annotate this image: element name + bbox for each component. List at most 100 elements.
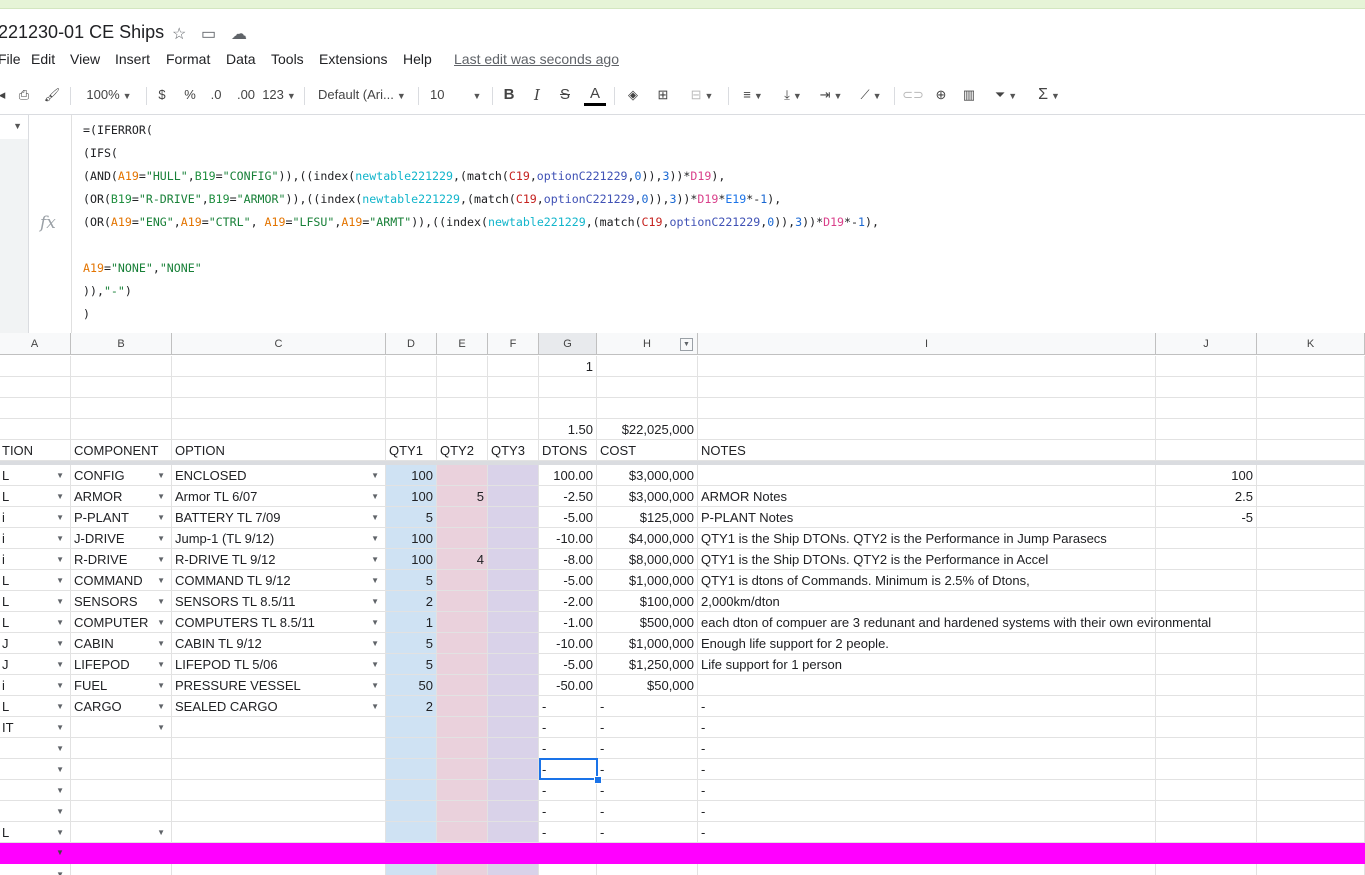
cell[interactable]: [437, 801, 488, 822]
filter-dropdown-icon[interactable]: ▼: [680, 338, 693, 351]
cell[interactable]: [437, 507, 488, 528]
cell[interactable]: ▼: [0, 780, 71, 801]
cell[interactable]: -: [539, 717, 597, 738]
text-wrap-icon[interactable]: ⇥ ▼: [814, 85, 848, 105]
cell[interactable]: -: [698, 696, 1156, 717]
cell[interactable]: [597, 398, 698, 419]
cell[interactable]: 100: [386, 486, 437, 507]
cell[interactable]: ENCLOSED ▼: [172, 465, 386, 486]
cell[interactable]: [488, 696, 539, 717]
dropdown-chevron-icon[interactable]: ▼: [157, 486, 165, 507]
cell[interactable]: [1257, 822, 1365, 843]
cell[interactable]: [539, 864, 597, 875]
cell[interactable]: 1: [386, 612, 437, 633]
cell[interactable]: [1156, 759, 1257, 780]
cell[interactable]: -: [597, 780, 698, 801]
menu-file[interactable]: File: [0, 51, 21, 67]
dropdown-chevron-icon[interactable]: ▼: [371, 633, 379, 654]
cell[interactable]: -5.00: [539, 570, 597, 591]
cell[interactable]: [437, 356, 488, 377]
cell[interactable]: L ▼: [0, 591, 71, 612]
cell[interactable]: -: [539, 822, 597, 843]
cell[interactable]: QTY3: [488, 440, 539, 461]
cell[interactable]: [1257, 377, 1365, 398]
cell[interactable]: L ▼: [0, 465, 71, 486]
cell[interactable]: COST: [597, 440, 698, 461]
dropdown-chevron-icon[interactable]: ▼: [56, 549, 64, 570]
cell[interactable]: [1156, 780, 1257, 801]
cell[interactable]: [488, 801, 539, 822]
cell[interactable]: -50.00: [539, 675, 597, 696]
cell[interactable]: [71, 398, 172, 419]
menu-view[interactable]: View: [70, 51, 100, 67]
cell[interactable]: [172, 759, 386, 780]
cell[interactable]: [488, 633, 539, 654]
cell[interactable]: 5: [437, 486, 488, 507]
cell[interactable]: Armor TL 6/07 ▼: [172, 486, 386, 507]
cell[interactable]: [437, 696, 488, 717]
cell[interactable]: CARGO ▼: [71, 696, 172, 717]
cell[interactable]: -: [597, 717, 698, 738]
cell[interactable]: ▼: [0, 801, 71, 822]
move-folder-icon[interactable]: ▭: [201, 24, 216, 44]
cell[interactable]: QTY2: [437, 440, 488, 461]
cell[interactable]: [1257, 801, 1365, 822]
cell[interactable]: [437, 654, 488, 675]
cell[interactable]: [71, 377, 172, 398]
dropdown-chevron-icon[interactable]: ▼: [157, 465, 165, 486]
cell[interactable]: -: [539, 780, 597, 801]
cell[interactable]: PRESSURE VESSEL ▼: [172, 675, 386, 696]
dropdown-chevron-icon[interactable]: ▼: [157, 633, 165, 654]
dropdown-chevron-icon[interactable]: ▼: [157, 654, 165, 675]
menu-help[interactable]: Help: [403, 51, 432, 67]
cell[interactable]: J-DRIVE ▼: [71, 528, 172, 549]
cell[interactable]: [1257, 528, 1365, 549]
cell[interactable]: QTY1 is the Ship DTONs. QTY2 is the Perf…: [698, 549, 1156, 570]
cell[interactable]: [488, 507, 539, 528]
cell[interactable]: [386, 398, 437, 419]
cell[interactable]: [1156, 398, 1257, 419]
cell[interactable]: [488, 864, 539, 875]
cell[interactable]: LIFEPOD TL 5/06 ▼: [172, 654, 386, 675]
cell[interactable]: $8,000,000: [597, 549, 698, 570]
cell[interactable]: [1156, 419, 1257, 440]
cell[interactable]: [437, 864, 488, 875]
cell[interactable]: [488, 717, 539, 738]
cell[interactable]: [488, 398, 539, 419]
cell[interactable]: [71, 759, 172, 780]
cell[interactable]: [1257, 486, 1365, 507]
cell[interactable]: P-PLANT Notes: [698, 507, 1156, 528]
dropdown-chevron-icon[interactable]: ▼: [56, 675, 64, 696]
cell[interactable]: -: [698, 717, 1156, 738]
cloud-status-icon[interactable]: ☁: [231, 24, 247, 44]
cell[interactable]: [386, 780, 437, 801]
percent-button[interactable]: %: [182, 85, 198, 105]
cell[interactable]: [1156, 612, 1257, 633]
cell[interactable]: [597, 377, 698, 398]
cell[interactable]: -: [698, 738, 1156, 759]
cell[interactable]: 2: [386, 696, 437, 717]
cell[interactable]: [488, 528, 539, 549]
cell[interactable]: $100,000: [597, 591, 698, 612]
cell[interactable]: i ▼: [0, 549, 71, 570]
cell[interactable]: -: [698, 780, 1156, 801]
cell[interactable]: -10.00: [539, 633, 597, 654]
column-header-i[interactable]: I: [698, 333, 1156, 355]
cell[interactable]: IT ▼: [0, 717, 71, 738]
cell[interactable]: [0, 398, 71, 419]
cell[interactable]: ▼: [0, 759, 71, 780]
dropdown-chevron-icon[interactable]: ▼: [56, 528, 64, 549]
cell[interactable]: P-PLANT ▼: [71, 507, 172, 528]
cell[interactable]: [386, 717, 437, 738]
cell[interactable]: SENSORS TL 8.5/11 ▼: [172, 591, 386, 612]
cell[interactable]: L ▼: [0, 822, 71, 843]
filter-icon[interactable]: ⏷ ▼: [986, 85, 1026, 105]
dropdown-chevron-icon[interactable]: ▼: [157, 507, 165, 528]
zoom-select[interactable]: 100% ▼: [80, 85, 138, 105]
cell[interactable]: [1257, 549, 1365, 570]
dropdown-chevron-icon[interactable]: ▼: [371, 486, 379, 507]
cell[interactable]: 5: [386, 507, 437, 528]
cell[interactable]: -: [539, 696, 597, 717]
cell[interactable]: [698, 864, 1156, 875]
cell[interactable]: -5.00: [539, 507, 597, 528]
